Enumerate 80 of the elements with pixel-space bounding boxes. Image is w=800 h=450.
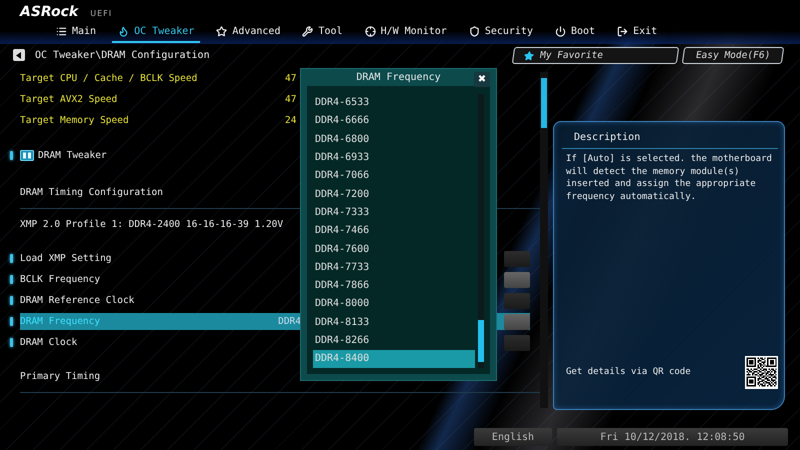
option-item[interactable]: DDR4-8000 [313, 294, 475, 314]
value-field[interactable] [504, 250, 530, 266]
target-label: Target AVX2 Speed [20, 94, 118, 105]
breadcrumb: OC Tweaker\DRAM Configuration [35, 50, 211, 60]
tab-label: Tool [318, 26, 343, 36]
option-item[interactable]: DDR4-7733 [313, 258, 475, 277]
easy-mode-button[interactable]: Easy Mode(F6) [682, 46, 784, 64]
menu-tab[interactable]: Exit [611, 21, 664, 43]
qr-code-icon [745, 356, 778, 389]
option-item[interactable]: DDR4-7600 [313, 240, 475, 258]
option-item[interactable]: DDR4-7200 [313, 185, 475, 204]
option-item[interactable]: DDR4-7866 [313, 276, 475, 295]
favorite-button[interactable]: My Favorite [512, 46, 680, 64]
value-field[interactable] [504, 314, 530, 330]
date-time: Fri 10/12/2018. 12:08:50 [557, 428, 788, 446]
item-indicator [10, 151, 13, 160]
option-item[interactable]: DDR4-6933 [313, 148, 475, 167]
menu-tab[interactable]: Advanced [210, 21, 286, 43]
description-text: If [Auto] is selected. the motherboard will detect the memory module(s) inserted and assign the appropriate frequency automatically. [566, 153, 773, 203]
exit-icon [617, 26, 628, 36]
menu-tab[interactable]: Tool [296, 21, 349, 43]
menu-tab[interactable]: H/W Monitor [358, 21, 453, 43]
target-value: 47 [285, 73, 296, 84]
submenu-label[interactable]: DRAM Tweaker [38, 150, 107, 161]
list-icon [56, 26, 67, 36]
item-indicator [10, 338, 13, 347]
target-label: Target Memory Speed [20, 115, 130, 126]
star-icon [523, 50, 535, 60]
tab-label: Boot [570, 26, 596, 36]
item-indicator [10, 296, 13, 305]
value-field[interactable] [504, 272, 530, 288]
tab-label: Main [72, 26, 96, 36]
xmp-info: XMP 2.0 Profile 1: DDR4-2400 16-16-16-39 1.20V [20, 219, 284, 230]
dialog-title: DRAM Frequency [356, 72, 441, 83]
star-icon [216, 26, 228, 36]
tab-label: Security [484, 26, 533, 36]
option-item[interactable]: DDR4-8266 [313, 331, 475, 350]
setting-value: DDR4 [278, 316, 301, 327]
item-indicator [10, 254, 13, 263]
qr-label: Get details via QR code [566, 366, 691, 379]
option-item[interactable]: DDR4-7066 [313, 166, 475, 186]
flame-icon [118, 26, 130, 36]
item-indicator [10, 317, 13, 326]
back-arrow-icon [16, 52, 22, 58]
option-item[interactable]: DDR4-7333 [313, 203, 475, 222]
crosshair-icon [364, 26, 376, 36]
option-item[interactable]: DDR4-6800 [313, 130, 475, 148]
target-value: 24 [285, 115, 296, 126]
power-icon [554, 26, 566, 36]
scrollbar[interactable] [478, 94, 484, 368]
back-button[interactable] [13, 49, 25, 61]
option-item[interactable]: DDR4-8133 [313, 313, 475, 332]
menu-tab[interactable]: Main [50, 21, 102, 43]
description-title: Description [573, 132, 642, 143]
target-label: Target CPU / Cache / BCLK Speed [20, 73, 198, 84]
tab-label: OC Tweaker [134, 26, 194, 36]
value-field[interactable] [504, 334, 530, 350]
language-button[interactable]: English [474, 428, 552, 446]
tab-label: Advanced [232, 26, 280, 36]
setting-label: DRAM Frequency [20, 316, 100, 327]
memory-icon [20, 150, 34, 161]
menu-tab[interactable]: Boot [548, 21, 602, 43]
scrollbar[interactable] [540, 72, 548, 408]
shield-icon [468, 26, 480, 36]
option-item[interactable]: DDR4-6666 [313, 112, 475, 130]
tab-label: H/W Monitor [380, 26, 447, 36]
item-indicator [10, 275, 13, 284]
tab-label: Exit [633, 26, 658, 36]
wrench-icon [302, 26, 314, 36]
target-value: 47 [285, 94, 296, 105]
value-field[interactable] [504, 292, 530, 308]
option-item[interactable]: DDR4-7466 [313, 222, 475, 240]
close-button[interactable]: ✖ [474, 72, 490, 87]
section-title: DRAM Timing Configuration [20, 187, 163, 198]
menu-tab[interactable]: OC Tweaker [112, 21, 200, 43]
product-label: UEFI [90, 9, 112, 20]
option-item[interactable]: DDR4-6533 [313, 94, 475, 112]
menu-tab[interactable]: Security [462, 21, 539, 43]
brand-logo: ASRock [20, 4, 78, 20]
section-title: Primary Timing [20, 371, 100, 382]
